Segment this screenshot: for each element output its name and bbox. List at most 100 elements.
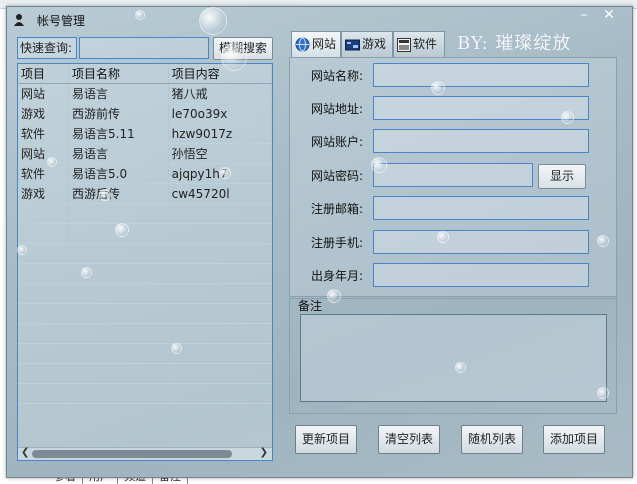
table-row[interactable] bbox=[18, 343, 272, 364]
cell-content[interactable] bbox=[168, 303, 272, 324]
site-url-input[interactable] bbox=[373, 96, 589, 120]
fuzzy-search-button[interactable]: 模糊搜索 bbox=[213, 37, 273, 60]
cell-name[interactable] bbox=[68, 203, 169, 224]
cell-type[interactable] bbox=[18, 263, 70, 284]
tab-website[interactable]: 网站 bbox=[291, 31, 341, 57]
quick-search-label: 快速查询: bbox=[17, 37, 77, 59]
table-row[interactable] bbox=[18, 243, 272, 264]
cell-content[interactable] bbox=[168, 283, 272, 304]
site-password-label: 网站密码: bbox=[311, 169, 364, 183]
cell-content[interactable] bbox=[168, 223, 272, 244]
cell-content[interactable] bbox=[168, 343, 272, 364]
scrollbar-thumb[interactable] bbox=[32, 450, 232, 458]
table-row[interactable] bbox=[18, 363, 272, 384]
tab-label: 软件 bbox=[413, 37, 438, 51]
cell-name[interactable]: 易语言 bbox=[68, 143, 169, 164]
cell-type[interactable]: 游戏 bbox=[18, 103, 70, 124]
cell-name[interactable]: 西游后传 bbox=[68, 183, 169, 204]
table-row[interactable]: 软件 易语言5.0 ajqpy1h7 bbox=[18, 163, 272, 184]
column-header-name[interactable]: 项目名称 bbox=[68, 64, 169, 84]
table-row[interactable]: 软件 易语言5.11 hzw9017z bbox=[18, 123, 272, 144]
cell-name[interactable] bbox=[68, 263, 169, 284]
tab-software[interactable]: 软件 bbox=[393, 31, 445, 57]
cell-type[interactable] bbox=[18, 283, 70, 304]
cell-type[interactable] bbox=[18, 203, 70, 224]
table-row[interactable]: 游戏 西游后传 cw45720l bbox=[18, 183, 272, 204]
cell-type[interactable]: 网站 bbox=[18, 143, 70, 164]
table-row[interactable] bbox=[18, 223, 272, 244]
cell-content[interactable]: le70o39x bbox=[168, 103, 272, 124]
cell-name[interactable]: 易语言 bbox=[68, 83, 169, 104]
site-password-input[interactable] bbox=[373, 163, 533, 187]
site-name-input[interactable] bbox=[373, 63, 589, 87]
cell-content[interactable] bbox=[168, 243, 272, 264]
cell-type[interactable] bbox=[18, 323, 70, 344]
items-table: 项目 项目名称 项目内容 网站 易语言 猪八戒 游戏 西游前传 le70o39x 软件 易语言… bbox=[17, 63, 273, 461]
notes-textarea[interactable] bbox=[300, 314, 607, 402]
show-password-button[interactable]: 显示 bbox=[538, 164, 586, 189]
reg-email-input[interactable] bbox=[373, 196, 589, 220]
table-row[interactable]: 网站 易语言 猪八戒 bbox=[18, 83, 272, 104]
site-account-input[interactable] bbox=[373, 129, 589, 153]
cell-type[interactable]: 软件 bbox=[18, 163, 70, 184]
cell-content[interactable]: ajqpy1h7 bbox=[168, 163, 272, 184]
table-row[interactable] bbox=[18, 323, 272, 344]
tab-label: 网站 bbox=[312, 37, 337, 51]
cell-content[interactable] bbox=[168, 323, 272, 344]
cell-content[interactable] bbox=[168, 383, 272, 404]
cell-content[interactable]: cw45720l bbox=[168, 183, 272, 204]
cell-name[interactable] bbox=[68, 283, 169, 304]
cell-name[interactable] bbox=[68, 243, 169, 264]
cell-content[interactable]: 猪八戒 bbox=[168, 83, 272, 104]
add-item-button[interactable]: 添加项目 bbox=[543, 425, 605, 454]
minimize-button[interactable]: – bbox=[575, 7, 593, 27]
birth-date-input[interactable] bbox=[373, 263, 589, 287]
cell-name[interactable]: 易语言5.0 bbox=[68, 163, 169, 184]
update-item-button[interactable]: 更新项目 bbox=[295, 425, 357, 454]
table-row[interactable] bbox=[18, 303, 272, 324]
table-row[interactable] bbox=[18, 383, 272, 404]
random-list-button[interactable]: 随机列表 bbox=[461, 425, 523, 454]
table-row[interactable] bbox=[18, 283, 272, 304]
cell-content[interactable] bbox=[168, 263, 272, 284]
cell-type[interactable] bbox=[18, 303, 70, 324]
table-row[interactable]: 游戏 西游前传 le70o39x bbox=[18, 103, 272, 124]
reg-phone-input[interactable] bbox=[373, 230, 589, 254]
cell-type[interactable]: 游戏 bbox=[18, 183, 70, 204]
cell-content[interactable]: hzw9017z bbox=[168, 123, 272, 144]
scroll-left-icon[interactable]: ❮ bbox=[21, 447, 29, 458]
horizontal-scrollbar[interactable]: ❮ ❯ bbox=[18, 447, 272, 460]
window-title: 帐号管理 bbox=[37, 14, 86, 28]
clear-list-button[interactable]: 清空列表 bbox=[378, 425, 440, 454]
quick-search-input[interactable] bbox=[79, 37, 209, 59]
cell-name[interactable] bbox=[68, 383, 169, 404]
cell-content[interactable] bbox=[168, 363, 272, 384]
birth-date-label: 出身年月: bbox=[311, 269, 364, 283]
cell-content[interactable]: 孙悟空 bbox=[168, 143, 272, 164]
cell-type[interactable] bbox=[18, 243, 70, 264]
table-row[interactable] bbox=[18, 203, 272, 224]
cell-type[interactable]: 软件 bbox=[18, 123, 70, 144]
table-row[interactable] bbox=[18, 263, 272, 284]
cell-name[interactable] bbox=[68, 223, 169, 244]
cell-name[interactable] bbox=[68, 363, 169, 384]
cell-type[interactable] bbox=[18, 223, 70, 244]
globe-icon bbox=[295, 37, 310, 52]
cell-content[interactable] bbox=[168, 203, 272, 224]
cell-type[interactable] bbox=[18, 383, 70, 404]
cell-name[interactable]: 西游前传 bbox=[68, 103, 169, 124]
column-header-type[interactable]: 项目 bbox=[18, 64, 70, 84]
table-row[interactable]: 网站 易语言 孙悟空 bbox=[18, 143, 272, 164]
cell-name[interactable] bbox=[68, 303, 169, 324]
scroll-right-icon[interactable]: ❯ bbox=[260, 447, 268, 458]
close-button[interactable]: ✕ bbox=[597, 7, 621, 25]
cell-type[interactable] bbox=[18, 363, 70, 384]
cell-type[interactable]: 网站 bbox=[18, 83, 70, 104]
cell-name[interactable] bbox=[68, 343, 169, 364]
column-header-content[interactable]: 项目内容 bbox=[168, 64, 272, 84]
author-byline: BY: 璀璨绽放 bbox=[457, 33, 572, 54]
tab-game[interactable]: 游戏 bbox=[341, 31, 393, 57]
cell-name[interactable] bbox=[68, 323, 169, 344]
cell-name[interactable]: 易语言5.11 bbox=[68, 123, 169, 144]
cell-type[interactable] bbox=[18, 343, 70, 364]
